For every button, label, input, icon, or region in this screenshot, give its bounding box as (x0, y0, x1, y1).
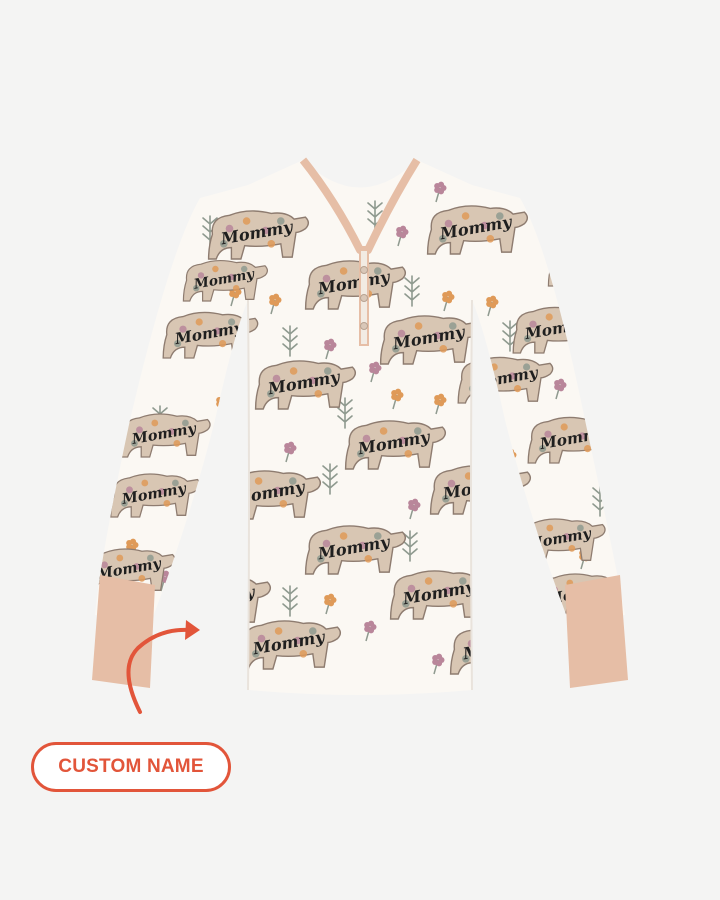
flower-motif (199, 483, 212, 505)
right-sleeve (472, 185, 625, 625)
placket-button (360, 266, 368, 274)
flower-motif (229, 546, 242, 568)
bear-motif: Mommy (547, 244, 625, 287)
flower-motif (174, 648, 187, 670)
left-cuff (92, 575, 155, 688)
pajama-shirt: Mommy MommyMommyMommyMommy MommyMommy Mommy… (92, 157, 628, 695)
svg-text:Mommy: Mommy (181, 582, 258, 614)
flower-motif (514, 613, 527, 635)
leaf-sprig-motif (475, 625, 491, 657)
right-cuff (565, 575, 628, 688)
leaf-sprig-motif (187, 530, 203, 562)
flower-motif (216, 395, 229, 417)
flower-motif (504, 543, 517, 565)
placket-button (360, 322, 368, 330)
placket-button (360, 294, 368, 302)
custom-name-badge[interactable]: CUSTOM NAME (31, 742, 231, 792)
svg-text:Mommy: Mommy (557, 251, 622, 278)
custom-name-label: CUSTOM NAME (58, 756, 204, 777)
flower-motif (542, 600, 555, 622)
leaf-sprig-motif (537, 210, 553, 242)
bear-motif: Mommy (169, 575, 272, 625)
